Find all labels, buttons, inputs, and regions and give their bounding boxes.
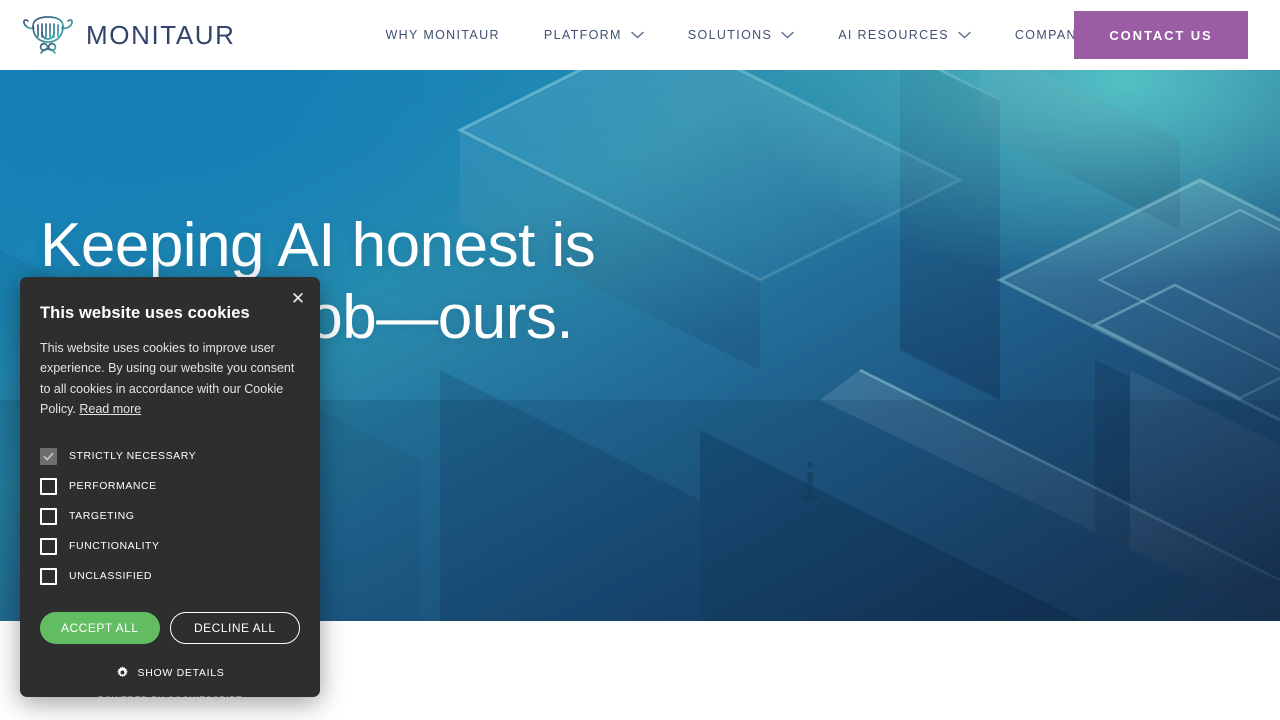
cookie-option-label: STRICTLY NECESSARY <box>69 450 197 462</box>
cookie-category-list: STRICTLY NECESSARY PERFORMANCE TARGETING… <box>40 441 300 591</box>
cookie-dialog-body: This website uses cookies to improve use… <box>40 338 300 419</box>
checkbox-unchecked <box>40 477 57 495</box>
chevron-down-icon <box>631 31 644 39</box>
contact-us-button[interactable]: CONTACT US <box>1074 11 1248 59</box>
cookie-option-strictly-necessary[interactable]: STRICTLY NECESSARY <box>40 441 300 471</box>
cookie-option-label: PERFORMANCE <box>69 480 157 492</box>
cookie-option-targeting[interactable]: TARGETING <box>40 501 300 531</box>
accept-all-button[interactable]: ACCEPT ALL <box>40 612 160 644</box>
cookie-option-unclassified[interactable]: UNCLASSIFIED <box>40 561 300 591</box>
show-details-label: SHOW DETAILS <box>137 666 225 679</box>
nav-item-solutions[interactable]: SOLUTIONS <box>666 0 816 70</box>
hero-title-line1: Keeping AI honest is <box>40 211 596 280</box>
gear-icon <box>116 666 128 678</box>
brand-logo-link[interactable]: MONITAUR <box>20 12 236 58</box>
cookie-option-label: TARGETING <box>69 510 135 522</box>
cookie-option-functionality[interactable]: FUNCTIONALITY <box>40 531 300 561</box>
page-root: MONITAUR WHY MONITAUR PLATFORM SOLUTIONS… <box>0 0 1280 720</box>
nav-item-label: SOLUTIONS <box>687 28 773 42</box>
cookie-option-performance[interactable]: PERFORMANCE <box>40 471 300 501</box>
decline-all-button[interactable]: DECLINE ALL <box>169 612 300 644</box>
nav-item-why-monitaur[interactable]: WHY MONITAUR <box>364 0 522 70</box>
main-navigation: WHY MONITAUR PLATFORM SOLUTIONS AI RESOU… <box>364 0 1131 70</box>
show-details-button[interactable]: SHOW DETAILS <box>40 666 300 679</box>
cookie-option-label: FUNCTIONALITY <box>69 540 160 552</box>
chevron-down-icon <box>781 31 794 39</box>
minotaur-bull-head-icon <box>23 16 73 54</box>
nav-item-ai-resources[interactable]: AI RESOURCES <box>816 0 993 70</box>
check-icon <box>43 452 54 460</box>
cookie-consent-dialog: ✕ This website uses cookies This website… <box>20 277 320 705</box>
checkbox-unchecked <box>40 567 57 585</box>
brand-name: MONITAUR <box>86 20 236 50</box>
cookie-dialog-heading: This website uses cookies <box>40 304 250 322</box>
nav-item-label: AI RESOURCES <box>838 28 949 42</box>
read-more-link[interactable]: Read more <box>79 402 141 416</box>
checkbox-unchecked <box>40 537 57 555</box>
checkbox-unchecked <box>40 507 57 525</box>
nav-item-label: PLATFORM <box>543 28 622 42</box>
close-icon[interactable]: ✕ <box>287 287 309 309</box>
site-header: MONITAUR WHY MONITAUR PLATFORM SOLUTIONS… <box>0 0 1280 70</box>
chevron-down-icon <box>958 31 971 39</box>
nav-item-platform[interactable]: PLATFORM <box>522 0 666 70</box>
cookie-option-label: UNCLASSIFIED <box>69 570 153 582</box>
checkbox-checked-locked <box>40 447 57 465</box>
nav-item-label: WHY MONITAUR <box>385 28 500 42</box>
cookie-action-buttons: ACCEPT ALL DECLINE ALL <box>40 612 300 644</box>
powered-by-cookiescript[interactable]: POWERED BY COOKIESCRIPT <box>40 695 300 705</box>
